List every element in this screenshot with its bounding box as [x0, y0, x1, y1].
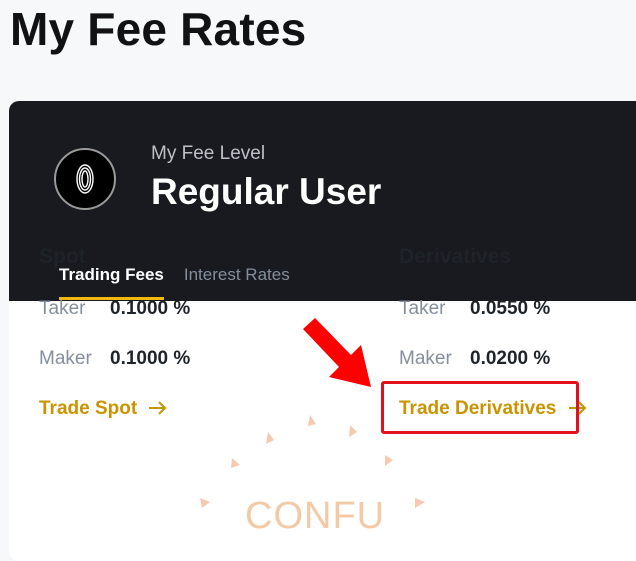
fee-level-name: Regular User — [151, 171, 382, 212]
derivatives-maker-value: 0.0200 % — [470, 348, 551, 369]
spot-taker-value: 0.1000 % — [110, 298, 191, 319]
derivatives-maker-label: Maker — [399, 348, 452, 369]
fee-level-header: My Fee Level Regular User Trading Fees I… — [9, 101, 636, 301]
spot-maker-value: 0.1000 % — [110, 348, 191, 369]
trade-spot-label: Trade Spot — [39, 398, 138, 419]
derivatives-title: Derivatives — [399, 245, 512, 268]
tab-trading-fees[interactable]: Trading Fees — [59, 265, 164, 301]
annotation-arrow-icon — [303, 318, 371, 387]
annotation-highlight-box — [381, 381, 579, 434]
spot-taker-label: Taker — [39, 298, 86, 319]
watermark-text: CONFU — [245, 495, 386, 537]
spot-maker-label: Maker — [39, 348, 92, 369]
derivatives-taker-row: Taker 0.0550 % — [399, 298, 550, 320]
derivatives-taker-value: 0.0550 % — [470, 298, 551, 319]
derivatives-maker-row: Maker 0.0200 % — [399, 348, 550, 370]
level-badge-icon — [54, 148, 116, 210]
trade-spot-link[interactable]: Trade Spot — [39, 398, 168, 420]
spot-taker-row: Taker 0.1000 % — [39, 298, 190, 320]
derivatives-taker-label: Taker — [399, 298, 446, 319]
tab-interest-rates[interactable]: Interest Rates — [184, 265, 290, 301]
fee-tabs: Trading Fees Interest Rates — [59, 265, 290, 301]
fee-level-label: My Fee Level — [151, 143, 266, 164]
spot-title: Spot — [39, 245, 86, 268]
arrow-right-icon — [149, 401, 167, 415]
spot-maker-row: Maker 0.1000 % — [39, 348, 190, 370]
page-title: My Fee Rates — [10, 3, 307, 55]
